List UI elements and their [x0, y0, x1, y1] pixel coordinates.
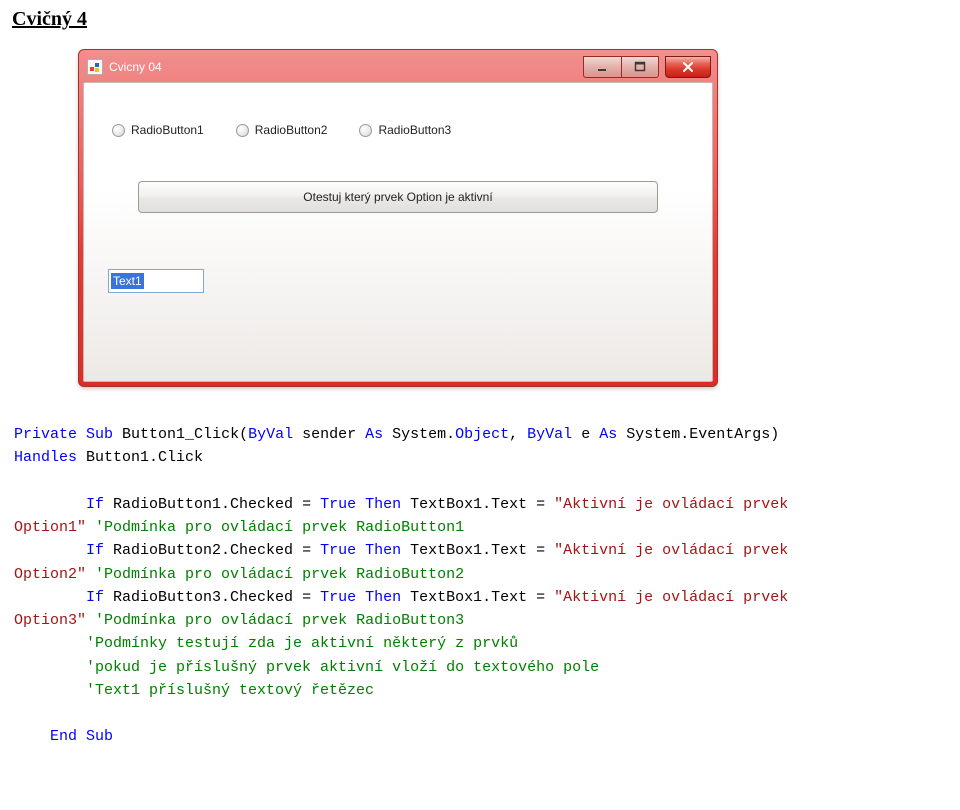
- app-icon: [87, 59, 103, 75]
- code-keyword: ByVal: [248, 426, 293, 443]
- maximize-button[interactable]: [621, 56, 659, 78]
- code-text: System.EventArgs): [617, 426, 788, 443]
- code-string: "Aktivní je ovládací prvek: [554, 542, 797, 559]
- code-keyword: If: [86, 496, 104, 513]
- code-indent: [14, 659, 86, 676]
- code-indent: [14, 728, 50, 745]
- code-text: RadioButton1.Checked =: [104, 496, 320, 513]
- code-keyword: If: [86, 589, 104, 606]
- code-indent: [14, 542, 86, 559]
- window-frame: Cvicny 04 RadioButton1: [78, 49, 718, 387]
- code-keyword: As: [599, 426, 617, 443]
- titlebar-left: Cvicny 04: [87, 59, 162, 75]
- code-text: [77, 426, 86, 443]
- code-keyword: True: [320, 542, 356, 559]
- radio-label: RadioButton1: [131, 123, 204, 137]
- code-keyword: End: [50, 728, 77, 745]
- code-indent: [14, 682, 86, 699]
- code-comment: 'Podmínka pro ovládací prvek RadioButton…: [95, 519, 464, 536]
- code-keyword: ByVal: [527, 426, 572, 443]
- code-text: System.: [383, 426, 455, 443]
- code-text: TextBox1.Text =: [401, 496, 554, 513]
- code-block: Private Sub Button1_Click(ByVal sender A…: [14, 423, 948, 749]
- code-keyword: If: [86, 542, 104, 559]
- code-comment: 'Podmínka pro ovládací prvek RadioButton…: [95, 566, 464, 583]
- code-text: e: [572, 426, 599, 443]
- code-comment: 'Text1 příslušný textový řetězec: [86, 682, 374, 699]
- window-control-group: [583, 56, 711, 78]
- code-text: [356, 542, 365, 559]
- code-keyword: Sub: [86, 426, 113, 443]
- code-keyword: Then: [365, 542, 401, 559]
- maximize-icon: [634, 61, 646, 73]
- code-keyword: Handles: [14, 449, 77, 466]
- code-text: sender: [293, 426, 365, 443]
- code-keyword: Object: [455, 426, 509, 443]
- code-comment: 'Podmínka pro ovládací prvek RadioButton…: [95, 612, 464, 629]
- code-text: [356, 589, 365, 606]
- code-keyword: Then: [365, 496, 401, 513]
- code-text: RadioButton2.Checked =: [104, 542, 320, 559]
- radio-label: RadioButton2: [255, 123, 328, 137]
- minimize-button[interactable]: [583, 56, 621, 78]
- code-indent: [14, 635, 86, 652]
- code-indent: [14, 589, 86, 606]
- code-text: [86, 566, 95, 583]
- radio-icon: [359, 124, 372, 137]
- radio-icon: [112, 124, 125, 137]
- close-icon: [681, 61, 695, 73]
- radio-label: RadioButton3: [378, 123, 451, 137]
- code-text: [77, 728, 86, 745]
- window-titlebar: Cvicny 04: [83, 54, 713, 82]
- code-keyword: Sub: [86, 728, 113, 745]
- code-text: TextBox1.Text =: [401, 542, 554, 559]
- close-button[interactable]: [665, 56, 711, 78]
- code-string: Option2": [14, 566, 86, 583]
- radio-option-2[interactable]: RadioButton2: [236, 123, 328, 137]
- minimize-icon: [597, 61, 609, 73]
- code-string: Option1": [14, 519, 86, 536]
- radio-option-3[interactable]: RadioButton3: [359, 123, 451, 137]
- radio-option-1[interactable]: RadioButton1: [112, 123, 204, 137]
- code-keyword: Then: [365, 589, 401, 606]
- test-button-label: Otestuj který prvek Option je aktivní: [303, 190, 492, 204]
- code-comment: 'Podmínky testují zda je aktivní některý…: [86, 635, 518, 652]
- code-text: [356, 496, 365, 513]
- code-string: "Aktivní je ovládací prvek: [554, 589, 797, 606]
- test-button[interactable]: Otestuj který prvek Option je aktivní: [138, 181, 658, 213]
- code-keyword: Private: [14, 426, 77, 443]
- code-text: Button1.Click: [77, 449, 203, 466]
- code-text: [86, 612, 95, 629]
- code-text: ,: [509, 426, 527, 443]
- page-title: Cvičný 4: [12, 8, 948, 31]
- code-text: Button1_Click(: [113, 426, 248, 443]
- code-text: RadioButton3.Checked =: [104, 589, 320, 606]
- code-text: [86, 519, 95, 536]
- code-string: Option3": [14, 612, 86, 629]
- textbox-value: Text1: [111, 273, 144, 289]
- code-keyword: True: [320, 496, 356, 513]
- window-title: Cvicny 04: [109, 60, 162, 74]
- code-indent: [14, 496, 86, 513]
- code-comment: 'pokud je příslušný prvek aktivní vloží …: [86, 659, 599, 676]
- textbox-1[interactable]: Text1: [108, 269, 204, 293]
- document-page: Cvičný 4 Cvicny 04: [0, 0, 960, 761]
- code-keyword: As: [365, 426, 383, 443]
- code-keyword: True: [320, 589, 356, 606]
- radio-group: RadioButton1 RadioButton2 RadioButton3: [104, 123, 692, 137]
- code-string: "Aktivní je ovládací prvek: [554, 496, 797, 513]
- code-text: TextBox1.Text =: [401, 589, 554, 606]
- window-client-area: RadioButton1 RadioButton2 RadioButton3 O…: [83, 82, 713, 382]
- radio-icon: [236, 124, 249, 137]
